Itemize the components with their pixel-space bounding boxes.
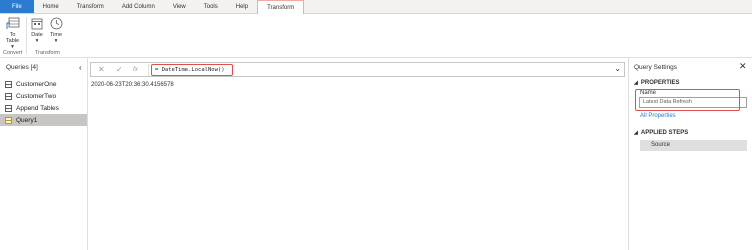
collapse-pane-icon[interactable]: ‹ bbox=[79, 63, 82, 72]
query-result-value: 2020-06-23T20:36:30.4156578 bbox=[91, 82, 174, 88]
tab-view[interactable]: View bbox=[164, 0, 195, 13]
to-table-button[interactable]: To Table ▾ bbox=[4, 17, 21, 50]
formula-bar: ✕ ✓ fx = DateTime.LocalNow() ⌄ bbox=[90, 62, 625, 77]
ribbon-separator bbox=[26, 17, 27, 54]
cancel-icon[interactable]: ✕ bbox=[98, 65, 105, 74]
name-highlight-box bbox=[635, 89, 740, 111]
time-dropdown-icon: ▾ bbox=[54, 38, 58, 44]
tab-transform[interactable]: Transform bbox=[68, 0, 113, 13]
query-settings-pane: Query Settings ✕ ◢ PROPERTIES Name Latest… bbox=[628, 58, 752, 250]
table-icon bbox=[5, 92, 12, 100]
tab-add-column[interactable]: Add Column bbox=[113, 0, 164, 13]
ribbon-tab-bar: File Home Transform Add Column View Tool… bbox=[0, 0, 752, 15]
clock-icon bbox=[50, 17, 62, 30]
collapse-triangle-icon[interactable]: ◢ bbox=[634, 130, 638, 136]
query-icon bbox=[5, 116, 12, 124]
date-dropdown-icon: ▾ bbox=[35, 38, 39, 44]
tab-tools[interactable]: Tools bbox=[195, 0, 227, 13]
calendar-icon bbox=[31, 18, 43, 30]
queries-header: Queries [4] bbox=[6, 64, 38, 71]
time-button[interactable]: Time ▾ bbox=[49, 17, 63, 44]
close-icon[interactable]: ✕ bbox=[739, 61, 747, 72]
applied-step-source[interactable]: Source bbox=[640, 140, 747, 151]
date-button[interactable]: Date ▾ bbox=[30, 17, 44, 44]
tab-help[interactable]: Help bbox=[227, 0, 257, 13]
query-settings-title: Query Settings bbox=[634, 64, 677, 71]
table-icon bbox=[5, 80, 12, 88]
tab-file[interactable]: File bbox=[0, 0, 34, 13]
queries-pane: Queries [4] ‹ CustomerOne CustomerTwo Ap… bbox=[0, 58, 88, 250]
expand-formula-icon[interactable]: ⌄ bbox=[614, 64, 621, 73]
table-icon bbox=[5, 104, 12, 112]
all-properties-link[interactable]: All Properties bbox=[640, 113, 676, 119]
group-label-convert: Convert bbox=[3, 50, 23, 56]
formula-separator bbox=[148, 64, 149, 76]
to-table-icon bbox=[6, 17, 19, 29]
query-item-label: Append Tables bbox=[16, 104, 59, 112]
query-item-label: CustomerOne bbox=[16, 80, 57, 88]
fx-icon[interactable]: fx bbox=[133, 66, 138, 73]
collapse-triangle-icon[interactable]: ◢ bbox=[634, 80, 638, 86]
query-item-customertwo[interactable]: CustomerTwo bbox=[0, 90, 87, 102]
query-item-label: Query1 bbox=[16, 116, 38, 124]
ribbon: To Table ▾ Date ▾ Time ▾ Convert Transfo… bbox=[0, 14, 752, 58]
to-table-label-2: Table ▾ bbox=[5, 38, 20, 50]
tab-home[interactable]: Home bbox=[34, 0, 68, 13]
group-label-transform: Transform bbox=[35, 50, 60, 56]
formula-input[interactable]: = DateTime.LocalNow() bbox=[151, 64, 233, 76]
query-item-customerone[interactable]: CustomerOne bbox=[0, 78, 87, 90]
properties-header: ◢ PROPERTIES bbox=[634, 80, 680, 86]
tab-transform-contextual[interactable]: Transform bbox=[257, 0, 305, 15]
commit-icon[interactable]: ✓ bbox=[116, 65, 123, 74]
applied-steps-header: ◢ APPLIED STEPS bbox=[634, 130, 689, 136]
query-item-append-tables[interactable]: Append Tables bbox=[0, 102, 87, 114]
query-item-query1[interactable]: Query1 bbox=[0, 114, 87, 126]
query-item-label: CustomerTwo bbox=[16, 92, 57, 100]
